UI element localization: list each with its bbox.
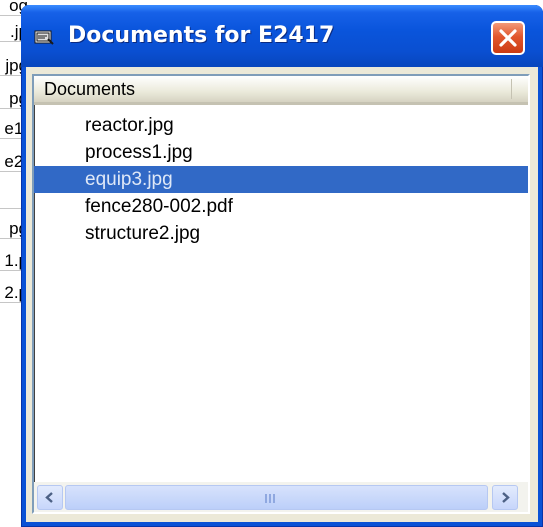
grip-icon bbox=[265, 494, 277, 503]
folder-document-icon bbox=[34, 29, 54, 45]
list-item-selected[interactable]: equip3.jpg bbox=[34, 166, 528, 193]
window-client-area: Documents reactor.jpg process1.jpg equip… bbox=[26, 67, 538, 522]
close-button[interactable] bbox=[491, 21, 525, 55]
scroll-right-button[interactable] bbox=[492, 485, 518, 510]
column-header-documents[interactable]: Documents bbox=[34, 76, 528, 105]
scroll-left-button[interactable] bbox=[37, 485, 63, 510]
list-item[interactable]: structure2.jpg bbox=[34, 220, 528, 247]
chevron-left-icon bbox=[45, 492, 53, 503]
window-title: Documents for E2417 bbox=[68, 23, 335, 48]
chevron-right-icon bbox=[502, 492, 510, 503]
document-list: reactor.jpg process1.jpg equip3.jpg fenc… bbox=[34, 112, 528, 247]
scroll-thumb[interactable] bbox=[65, 485, 488, 510]
list-item[interactable]: process1.jpg bbox=[34, 139, 528, 166]
column-divider[interactable] bbox=[511, 79, 512, 99]
title-bar[interactable]: Documents for E2417 bbox=[21, 5, 543, 67]
column-header-label: Documents bbox=[44, 79, 136, 99]
list-item[interactable]: fence280-002.pdf bbox=[34, 193, 528, 220]
documents-listview[interactable]: Documents reactor.jpg process1.jpg equip… bbox=[32, 74, 530, 514]
list-item[interactable]: reactor.jpg bbox=[34, 112, 528, 139]
close-x-icon bbox=[499, 29, 517, 47]
horizontal-scrollbar[interactable] bbox=[34, 482, 528, 512]
documents-window: Documents for E2417 Documents reactor.jp… bbox=[21, 5, 543, 527]
